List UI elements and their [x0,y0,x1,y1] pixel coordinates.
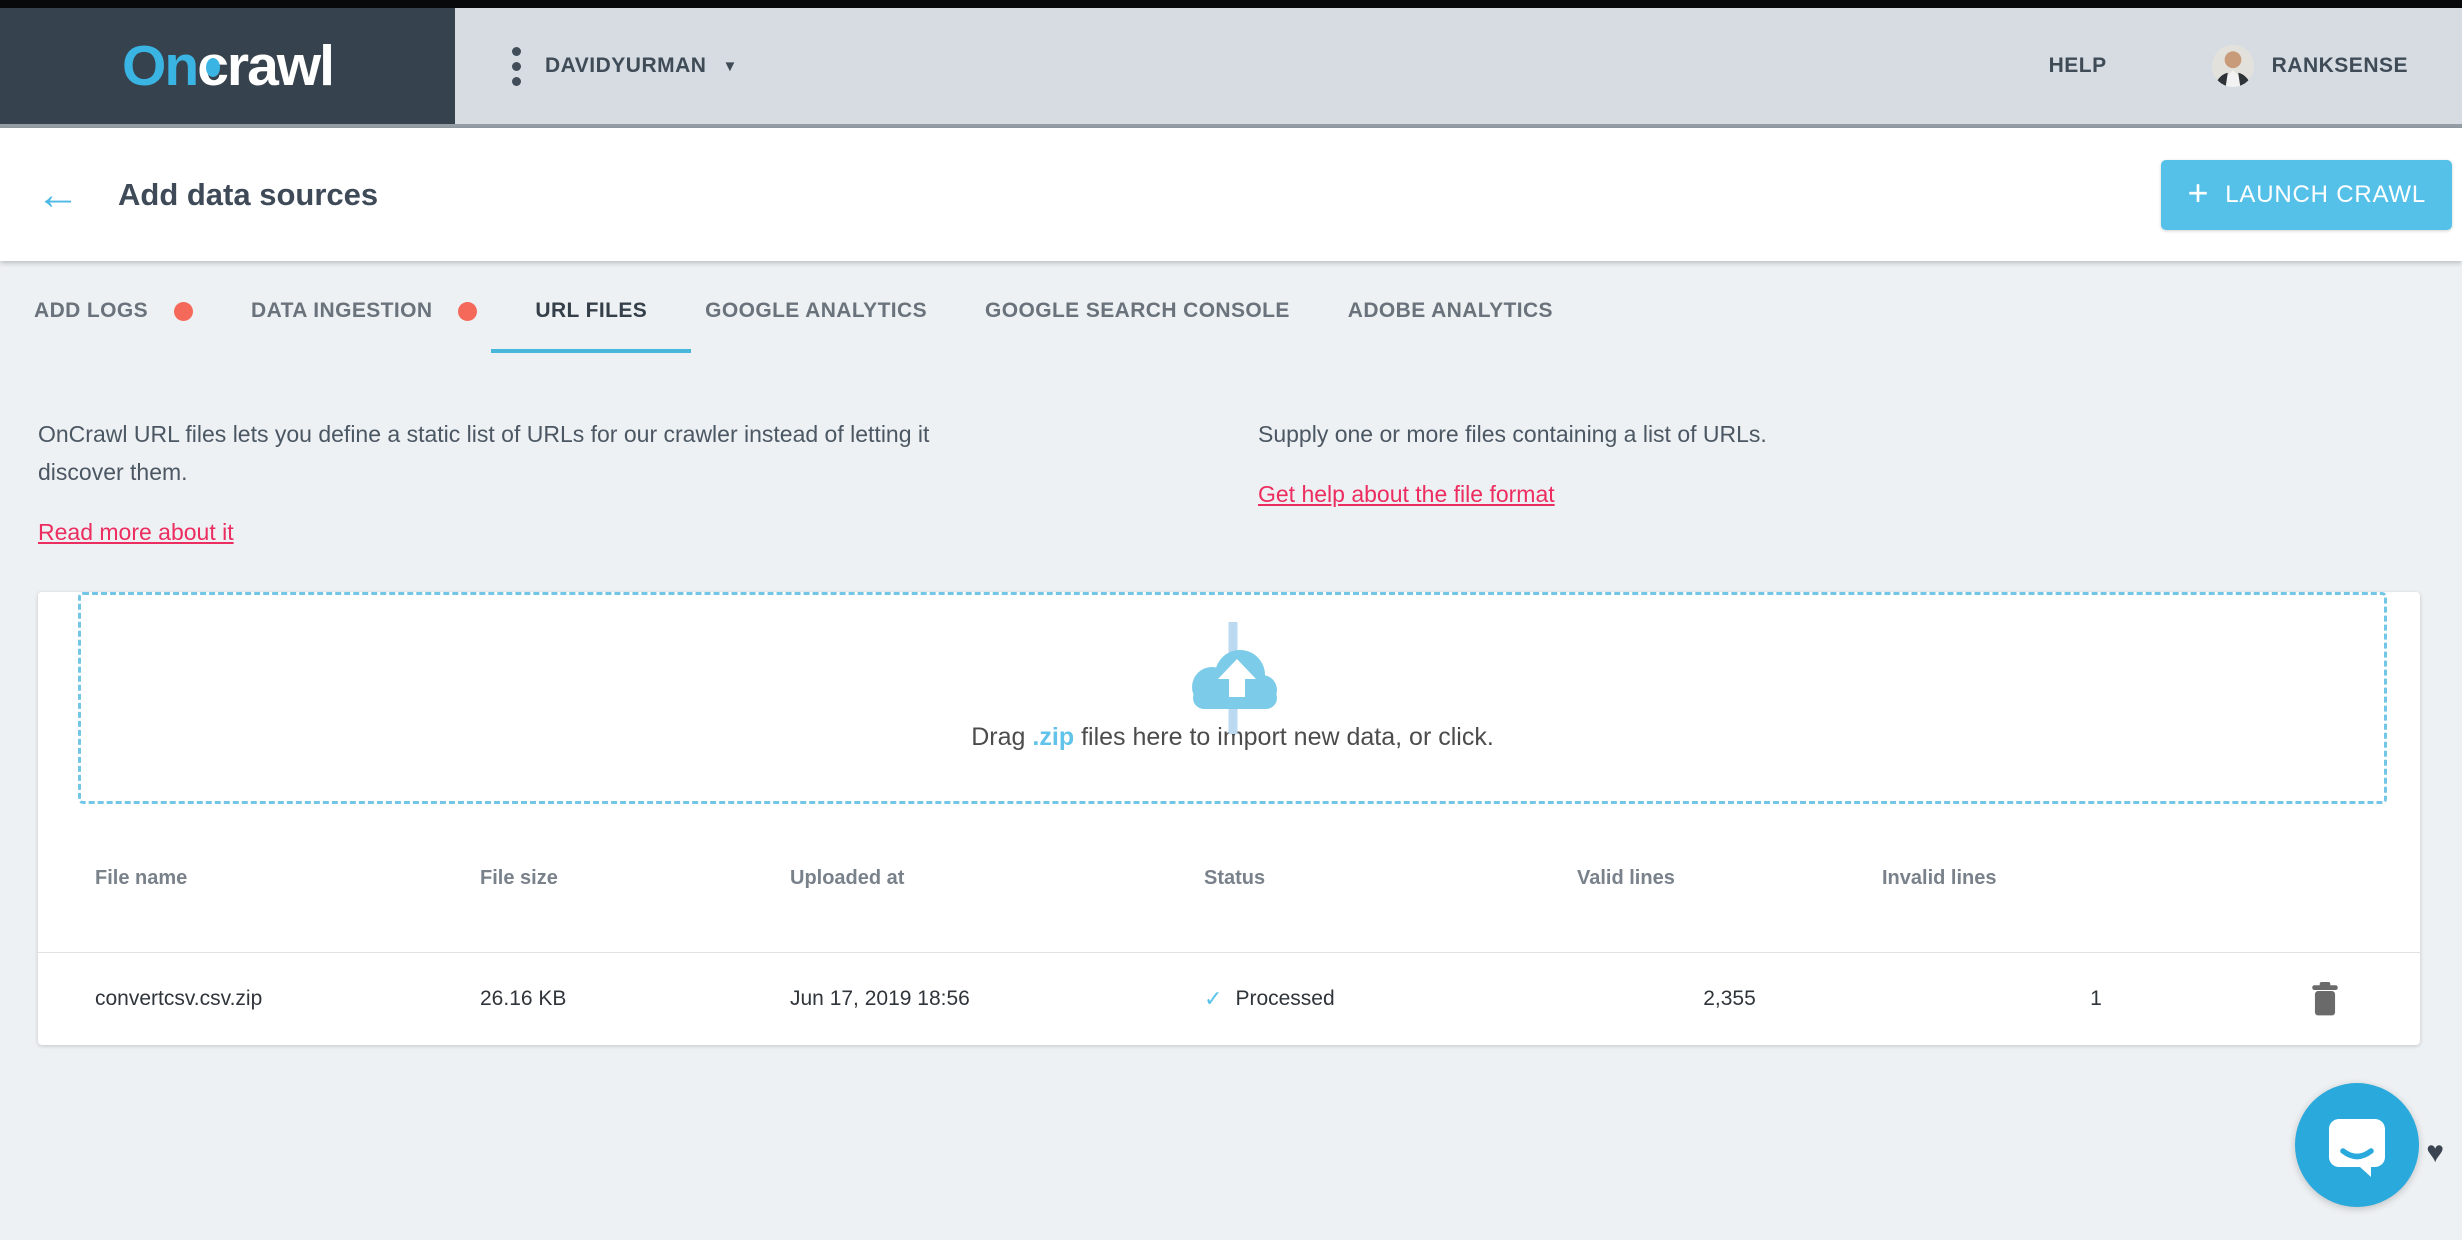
cell-uploaded-at: Jun 17, 2019 18:56 [790,987,1204,1011]
cloud-upload-icon [1185,645,1281,711]
intro-left-text: OnCrawl URL files lets you define a stat… [38,415,1003,491]
heart-icon: ♥ [2426,1138,2444,1168]
data-source-tabs: ADD LOGS DATA INGESTION URL FILES GOOGLE… [0,261,2462,353]
top-bar: Oncrawl DAVIDYURMAN ▼ HELP RANKSENSE [0,0,2462,128]
chat-widget-button[interactable] [2295,1083,2419,1207]
check-icon: ✓ [1204,986,1222,1012]
tab-google-search-console[interactable]: GOOGLE SEARCH CONSOLE [981,299,1294,353]
intro-right-column: Supply one or more files containing a li… [1258,415,1767,546]
intro-right-text: Supply one or more files containing a li… [1258,415,1767,453]
tab-add-logs[interactable]: ADD LOGS [30,299,197,353]
notification-dot [458,302,477,321]
cell-invalid-lines: 1 [2090,987,2102,1011]
read-more-link[interactable]: Read more about it [38,519,234,546]
col-header-file-size: File size [480,867,790,890]
files-table-header: File name File size Uploaded at Status V… [38,804,2420,952]
dropzone-zip-highlight: .zip [1032,723,1074,751]
url-files-card: Drag.zipfiles here to import new data, o… [38,592,2420,1045]
upload-icon-wrap [1185,645,1281,711]
notification-dot [174,302,193,321]
project-selector[interactable]: DAVIDYURMAN [545,54,706,78]
dropzone-text-after: files here to import new data, or click. [1081,723,1494,751]
table-row: convertcsv.csv.zip 26.16 KB Jun 17, 2019… [38,953,2420,1045]
kebab-menu-icon[interactable] [512,47,521,86]
chat-bubble-icon [2323,1111,2391,1179]
chevron-down-icon[interactable]: ▼ [722,58,737,75]
tab-url-files[interactable]: URL FILES [531,299,651,353]
oncrawl-logo-text: Oncrawl [122,33,333,99]
logo-part-c: c [197,33,227,99]
logo-part-on: On [122,34,197,98]
col-header-valid-lines: Valid lines [1577,867,1882,890]
trash-icon [2310,981,2340,1017]
col-header-status: Status [1204,867,1577,890]
file-format-help-link[interactable]: Get help about the file format [1258,481,1555,508]
dropzone-text-before: Drag [971,723,1025,751]
cell-valid-lines: 2,355 [1703,987,1756,1011]
tab-data-ingestion[interactable]: DATA INGESTION [247,299,481,353]
col-header-invalid-lines: Invalid lines [1882,867,2310,890]
plus-icon: + [2187,175,2209,211]
delete-file-button[interactable] [2310,981,2340,1017]
title-bar: ← Add data sources + LAUNCH CRAWL [0,128,2462,261]
tab-adobe-analytics[interactable]: ADOBE ANALYTICS [1344,299,1557,353]
page-title: Add data sources [118,177,378,213]
account-menu[interactable]: RANKSENSE [2212,45,2408,87]
logo-spider-dot [206,58,220,77]
help-link[interactable]: HELP [2049,54,2107,78]
oncrawl-app: Oncrawl DAVIDYURMAN ▼ HELP RANKSENSE [0,0,2462,1240]
col-header-file-name: File name [95,867,480,890]
avatar [2212,45,2254,87]
launch-crawl-button[interactable]: + LAUNCH CRAWL [2161,160,2452,230]
launch-crawl-label: LAUNCH CRAWL [2225,181,2426,209]
status-label: Processed [1235,987,1334,1011]
cell-file-size: 26.16 KB [480,987,790,1011]
intro-section: OnCrawl URL files lets you define a stat… [38,415,2422,546]
cell-file-name: convertcsv.csv.zip [95,987,480,1011]
tab-google-analytics[interactable]: GOOGLE ANALYTICS [701,299,931,353]
logo-part-rawl: rawl [227,34,333,98]
file-dropzone[interactable]: Drag.zipfiles here to import new data, o… [78,592,2387,804]
col-header-uploaded-at: Uploaded at [790,867,1204,890]
oncrawl-logo[interactable]: Oncrawl [0,8,455,124]
account-name: RANKSENSE [2272,54,2408,78]
intro-left-column: OnCrawl URL files lets you define a stat… [38,415,1003,546]
cell-status: ✓ Processed [1204,986,1577,1012]
top-bar-right: DAVIDYURMAN ▼ HELP RANKSENSE [455,8,2462,124]
back-arrow-icon[interactable]: ← [36,173,80,217]
